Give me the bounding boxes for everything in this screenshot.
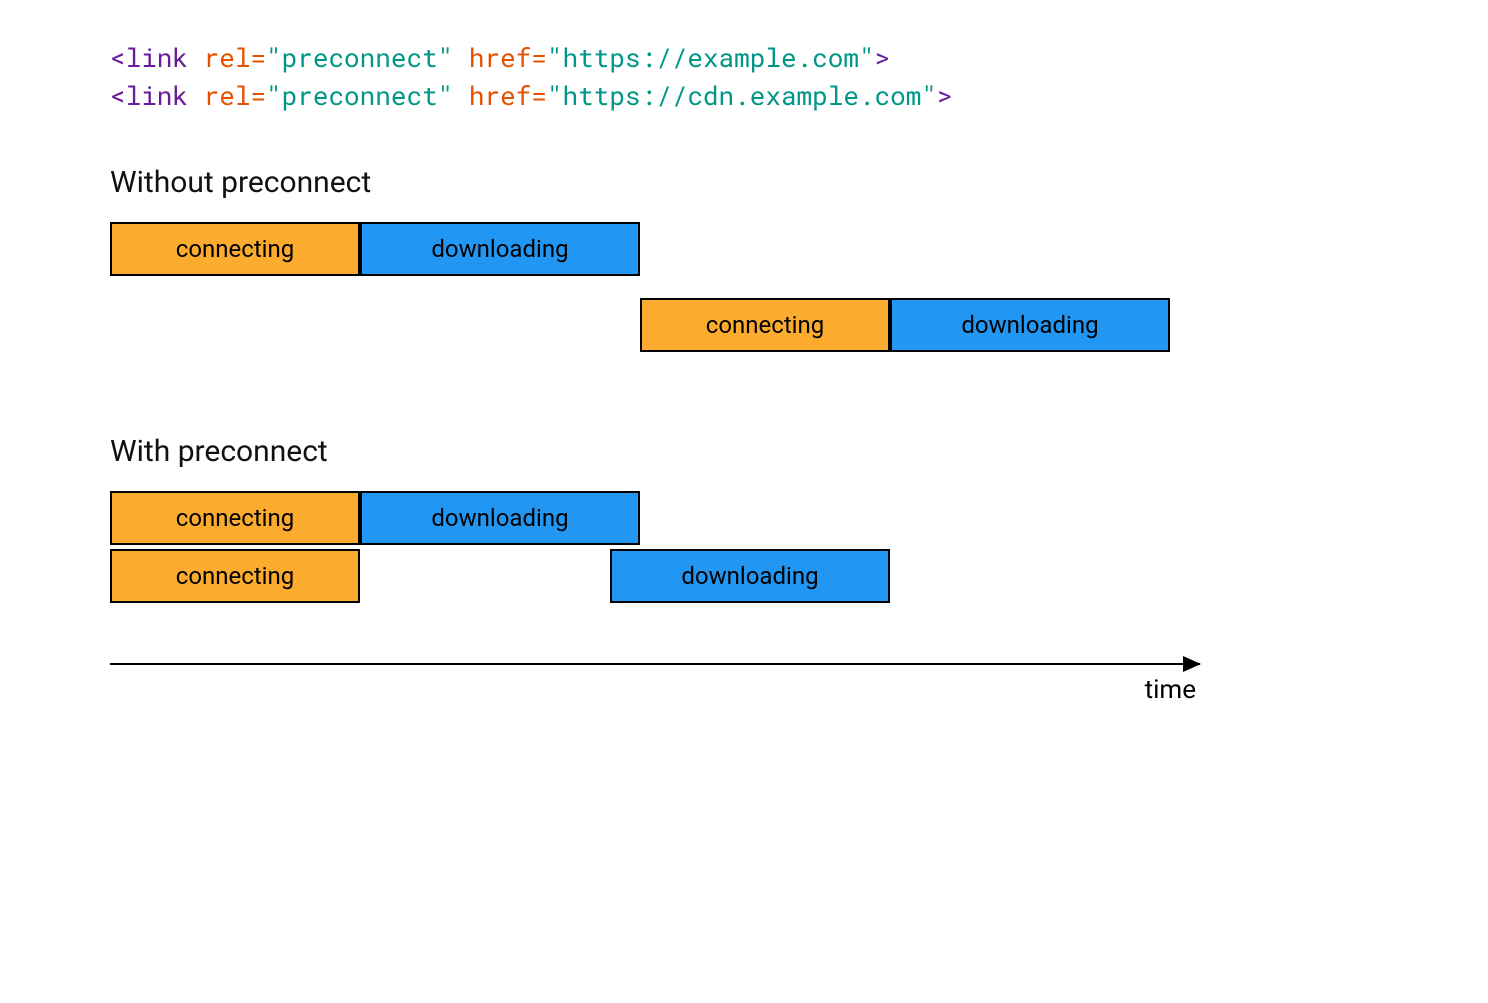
phase-connecting: connecting bbox=[110, 222, 360, 276]
phase-downloading: downloading bbox=[890, 298, 1170, 352]
code-line-2: <link rel="preconnect" href="https://cdn… bbox=[110, 78, 1378, 116]
attr-rel: rel= bbox=[204, 41, 266, 75]
phase-downloading: downloading bbox=[360, 222, 640, 276]
spacer bbox=[360, 298, 640, 352]
val-rel: "preconnect" bbox=[266, 41, 469, 75]
phase-downloading: downloading bbox=[610, 549, 890, 603]
val-rel: "preconnect" bbox=[266, 79, 469, 113]
timeline-row: connecting downloading bbox=[110, 222, 1190, 276]
timeline-row: connecting downloading bbox=[110, 298, 1190, 352]
timeline-without: connecting downloading connecting downlo… bbox=[110, 222, 1190, 352]
heading-with-preconnect: With preconnect bbox=[110, 434, 1378, 469]
phase-downloading: downloading bbox=[360, 491, 640, 545]
attr-href: href= bbox=[469, 79, 547, 113]
val-href: "https://cdn.example.com" bbox=[547, 79, 937, 113]
spacer bbox=[110, 298, 360, 352]
axis-label: time bbox=[110, 675, 1200, 705]
val-href: "https://example.com" bbox=[547, 41, 875, 75]
timeline-row: connecting downloading bbox=[110, 549, 1190, 603]
tag-close: > bbox=[937, 79, 953, 113]
tag-open: <link bbox=[110, 79, 204, 113]
attr-rel: rel= bbox=[204, 79, 266, 113]
tag-open: <link bbox=[110, 41, 204, 75]
spacer bbox=[360, 549, 610, 603]
timeline-with: connecting downloading connecting downlo… bbox=[110, 491, 1190, 603]
phase-connecting: connecting bbox=[110, 491, 360, 545]
heading-without-preconnect: Without preconnect bbox=[110, 165, 1378, 200]
phase-connecting: connecting bbox=[640, 298, 890, 352]
arrow-right-icon bbox=[110, 663, 1200, 665]
time-axis: time bbox=[110, 663, 1200, 705]
timeline-row: connecting downloading bbox=[110, 491, 1190, 545]
code-line-1: <link rel="preconnect" href="https://exa… bbox=[110, 40, 1378, 78]
code-sample: <link rel="preconnect" href="https://exa… bbox=[110, 40, 1378, 115]
attr-href: href= bbox=[469, 41, 547, 75]
tag-close: > bbox=[875, 41, 891, 75]
phase-connecting: connecting bbox=[110, 549, 360, 603]
